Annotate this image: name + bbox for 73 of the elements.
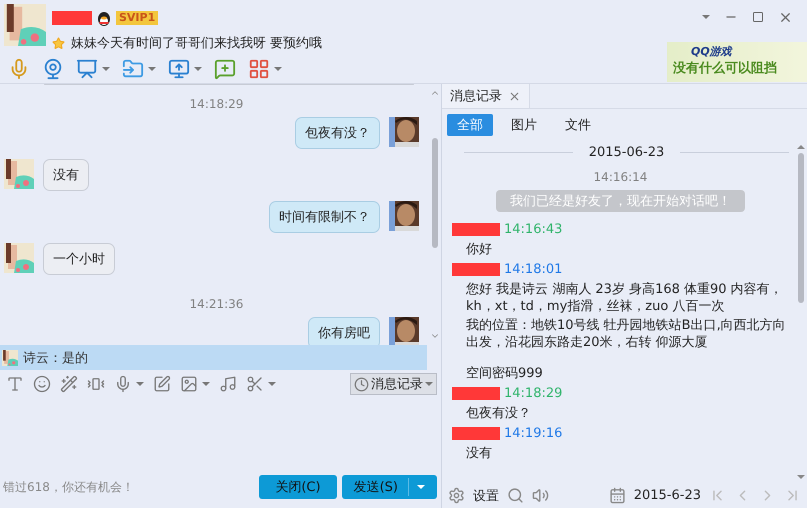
- magic-wand-icon[interactable]: [60, 375, 78, 393]
- message-text: 您好 我是诗云 湖南人 23岁 身高168 体重90 内容有，kh，xt，td，my指滑，丝袜，zuo 八百一次: [465, 281, 784, 315]
- clock-icon: [354, 376, 369, 392]
- search-icon[interactable]: [507, 487, 524, 504]
- timestamp: 14:16:14: [592, 170, 648, 184]
- promo-text: 错过618，你还有机会！: [3, 478, 134, 496]
- timestamp: 14:21:36: [188, 297, 244, 311]
- settings-link[interactable]: 设置: [473, 486, 499, 504]
- settings-icon[interactable]: [448, 487, 465, 504]
- edit-icon[interactable]: [153, 375, 171, 393]
- close-button[interactable]: 关闭(C): [259, 475, 337, 499]
- emoji-icon[interactable]: [33, 375, 51, 393]
- penguin-icon: [96, 10, 112, 26]
- caret-icon[interactable]: [136, 382, 144, 386]
- redaction-mark: [52, 11, 92, 25]
- caret-icon[interactable]: [148, 67, 156, 71]
- caret-icon[interactable]: [274, 67, 282, 71]
- chart-icon[interactable]: [76, 58, 98, 80]
- message-time: 14:18:29: [504, 386, 562, 401]
- message-text: 你好: [465, 241, 493, 258]
- filter-tab[interactable]: 图片: [501, 114, 547, 136]
- date-picker[interactable]: 2015-6-23: [634, 488, 701, 503]
- message-bubble: 一个小时: [43, 243, 115, 275]
- vibrate-icon[interactable]: [87, 375, 105, 393]
- message-text: 我的位置：地铁10号线 牡丹园地铁站B出口,向西北方向出发，沿花园东路走20米，右转 仰源大厦: [465, 317, 787, 351]
- calendar-icon[interactable]: [608, 487, 626, 504]
- scroll-down-icon[interactable]: [797, 475, 805, 479]
- caret-icon[interactable]: [202, 382, 210, 386]
- timestamp: 14:18:29: [188, 97, 244, 111]
- history-tab[interactable]: 消息记录: [442, 84, 530, 108]
- system-notice: 我们已经是好友了，现在开始对话吧！: [496, 190, 745, 212]
- webcam-icon[interactable]: [42, 58, 64, 80]
- message-bubble: 时间有限制不？: [269, 201, 380, 233]
- redaction-mark: [452, 263, 500, 276]
- microphone-icon[interactable]: [114, 375, 132, 393]
- scroll-up-icon[interactable]: [797, 145, 805, 149]
- caret-icon[interactable]: [268, 382, 276, 386]
- date-label: 2015-06-23: [588, 145, 664, 160]
- message-add-icon[interactable]: [214, 58, 236, 80]
- status-message: 妹妹今天有时间了哥哥们来找我呀 要预约哦: [71, 35, 322, 52]
- message-time: 14:19:16: [504, 426, 562, 441]
- speaker-icon[interactable]: [532, 487, 549, 504]
- message-time: 14:16:43: [504, 222, 562, 237]
- quote-text: 诗云：是的: [23, 350, 88, 366]
- redaction-mark: [452, 427, 500, 440]
- maximize-icon[interactable]: [752, 11, 764, 23]
- history-button[interactable]: 消息记录: [350, 373, 437, 395]
- apps-icon[interactable]: [248, 58, 270, 80]
- caret-icon[interactable]: [194, 67, 202, 71]
- close-icon[interactable]: [508, 90, 521, 102]
- caret-icon[interactable]: [102, 67, 110, 71]
- scissors-icon[interactable]: [246, 375, 264, 393]
- redaction-mark: [452, 223, 500, 236]
- screen-icon[interactable]: [168, 58, 190, 80]
- font-icon[interactable]: [6, 375, 24, 393]
- message-time: 14:18:01: [504, 262, 562, 277]
- message-bubble: 没有: [43, 159, 89, 191]
- message-bubble: 你有房吧: [308, 317, 380, 345]
- send-button[interactable]: 发送(S): [342, 475, 437, 499]
- message-bubble: 包夜有没？: [295, 117, 380, 149]
- message-text: 空间密码999: [465, 365, 544, 382]
- filter-tab[interactable]: 文件: [555, 114, 601, 136]
- folder-icon[interactable]: [122, 58, 144, 80]
- message-text: 包夜有没？: [465, 405, 532, 422]
- music-icon[interactable]: [219, 375, 237, 393]
- image-icon[interactable]: [180, 375, 198, 393]
- message-text: 没有: [465, 445, 493, 462]
- star-icon: [52, 36, 65, 50]
- menu-caret-icon[interactable]: [702, 15, 710, 19]
- filter-tab[interactable]: 全部: [447, 114, 493, 136]
- redaction-mark: [452, 387, 500, 400]
- vip-badge: SVIP1: [116, 11, 158, 25]
- ad-banner[interactable]: QQ游戏 没有什么可以阻挡: [667, 42, 807, 82]
